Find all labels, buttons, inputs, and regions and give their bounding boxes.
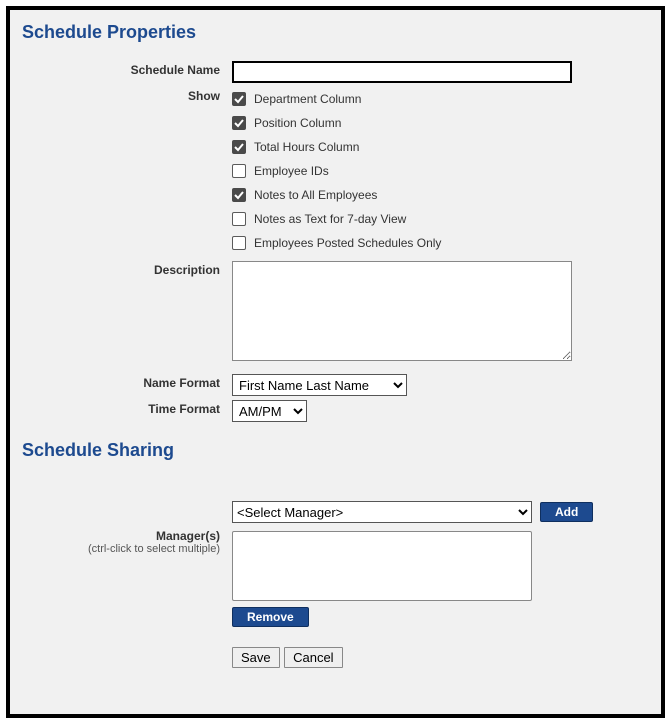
save-button[interactable]: Save: [232, 647, 280, 668]
time-format-select[interactable]: AM/PM: [232, 400, 307, 422]
section-title-properties: Schedule Properties: [22, 22, 649, 43]
label-show: Show: [22, 87, 232, 103]
section-title-sharing: Schedule Sharing: [22, 440, 649, 461]
add-button[interactable]: Add: [540, 502, 593, 522]
schedule-name-input[interactable]: [232, 61, 572, 83]
show-option-row: Employees Posted Schedules Only: [232, 231, 649, 255]
cancel-button[interactable]: Cancel: [284, 647, 342, 668]
managers-listbox[interactable]: [232, 531, 532, 601]
show-option-label: Department Column: [254, 92, 361, 106]
remove-button[interactable]: Remove: [232, 607, 309, 627]
show-option-label: Notes to All Employees: [254, 188, 377, 202]
show-option-label: Position Column: [254, 116, 341, 130]
show-option-label: Notes as Text for 7-day View: [254, 212, 406, 226]
label-managers: Manager(s) (ctrl-click to select multipl…: [22, 527, 232, 555]
settings-panel: Schedule Properties Schedule Name Show D…: [10, 10, 661, 714]
show-option-label: Employee IDs: [254, 164, 329, 178]
manager-select-dropdown[interactable]: <Select Manager>: [232, 501, 532, 523]
show-option-checkbox[interactable]: [232, 92, 246, 106]
show-option-row: Position Column: [232, 111, 649, 135]
show-option-label: Total Hours Column: [254, 140, 359, 154]
show-option-checkbox[interactable]: [232, 164, 246, 178]
show-option-checkbox[interactable]: [232, 212, 246, 226]
show-option-checkbox[interactable]: [232, 140, 246, 154]
show-option-row: Notes to All Employees: [232, 183, 649, 207]
label-time-format: Time Format: [22, 400, 232, 416]
label-description: Description: [22, 261, 232, 277]
label-schedule-name: Schedule Name: [22, 61, 232, 77]
show-option-row: Employee IDs: [232, 159, 649, 183]
show-option-row: Total Hours Column: [232, 135, 649, 159]
show-option-checkbox[interactable]: [232, 116, 246, 130]
show-option-row: Department Column: [232, 87, 649, 111]
show-option-row: Notes as Text for 7-day View: [232, 207, 649, 231]
show-option-label: Employees Posted Schedules Only: [254, 236, 441, 250]
show-option-checkbox[interactable]: [232, 236, 246, 250]
name-format-select[interactable]: First Name Last Name: [232, 374, 407, 396]
label-name-format: Name Format: [22, 374, 232, 390]
description-textarea[interactable]: [232, 261, 572, 361]
show-option-checkbox[interactable]: [232, 188, 246, 202]
